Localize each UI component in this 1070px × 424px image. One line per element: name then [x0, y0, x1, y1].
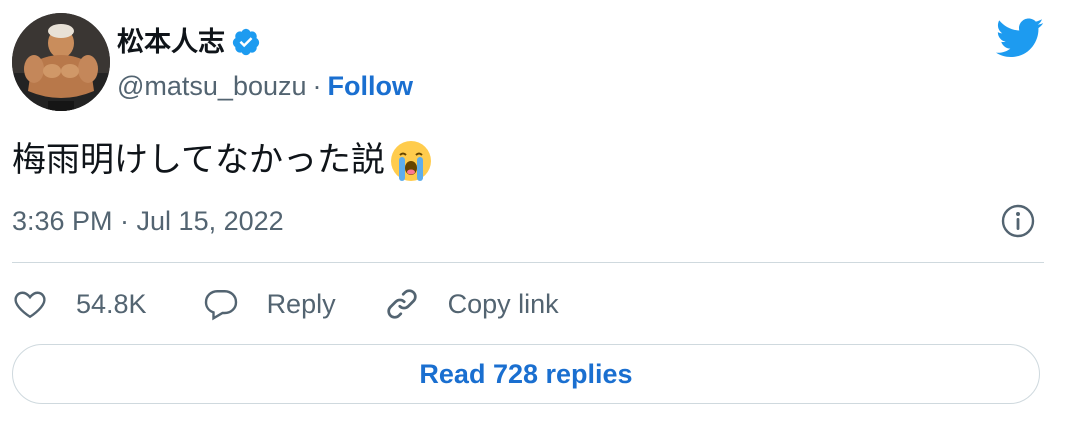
- reply-button[interactable]: Reply: [203, 286, 336, 322]
- follow-link[interactable]: Follow: [328, 68, 413, 104]
- twitter-bird-icon[interactable]: [994, 18, 1044, 60]
- tweet-timestamp[interactable]: 3:36 PM · Jul 15, 2022: [12, 203, 284, 239]
- author-handle-row: @matsu_bouzu · Follow: [117, 68, 413, 104]
- avatar[interactable]: [12, 13, 110, 111]
- author-display-name[interactable]: 松本人志: [117, 24, 225, 60]
- like-button[interactable]: 54.8K: [12, 286, 147, 322]
- tweet-text-row: 梅雨明けしてなかった説: [12, 136, 435, 184]
- heart-icon: [14, 291, 46, 319]
- divider: [12, 262, 1044, 263]
- loudly-crying-face-icon: [390, 141, 431, 181]
- like-count: 54.8K: [76, 288, 147, 319]
- reply-bubble-icon: [204, 290, 237, 321]
- verified-badge-icon: [232, 28, 260, 56]
- info-icon[interactable]: [1000, 203, 1036, 239]
- read-replies-button[interactable]: Read 728 replies: [12, 344, 1040, 404]
- reply-label: Reply: [266, 288, 336, 319]
- avatar-image: [12, 13, 110, 111]
- copy-link-button[interactable]: Copy link: [384, 286, 559, 322]
- tweet-text: 梅雨明けしてなかった説: [12, 141, 385, 179]
- separator-dot: ·: [312, 71, 322, 101]
- author-name-row: 松本人志: [117, 24, 261, 60]
- tweet-actions: 54.8K Reply Copy link: [12, 282, 559, 326]
- read-replies-label: Read 728 replies: [419, 358, 633, 389]
- link-icon: [386, 289, 417, 319]
- author-handle[interactable]: @matsu_bouzu: [117, 68, 307, 104]
- copy-link-label: Copy link: [447, 288, 559, 319]
